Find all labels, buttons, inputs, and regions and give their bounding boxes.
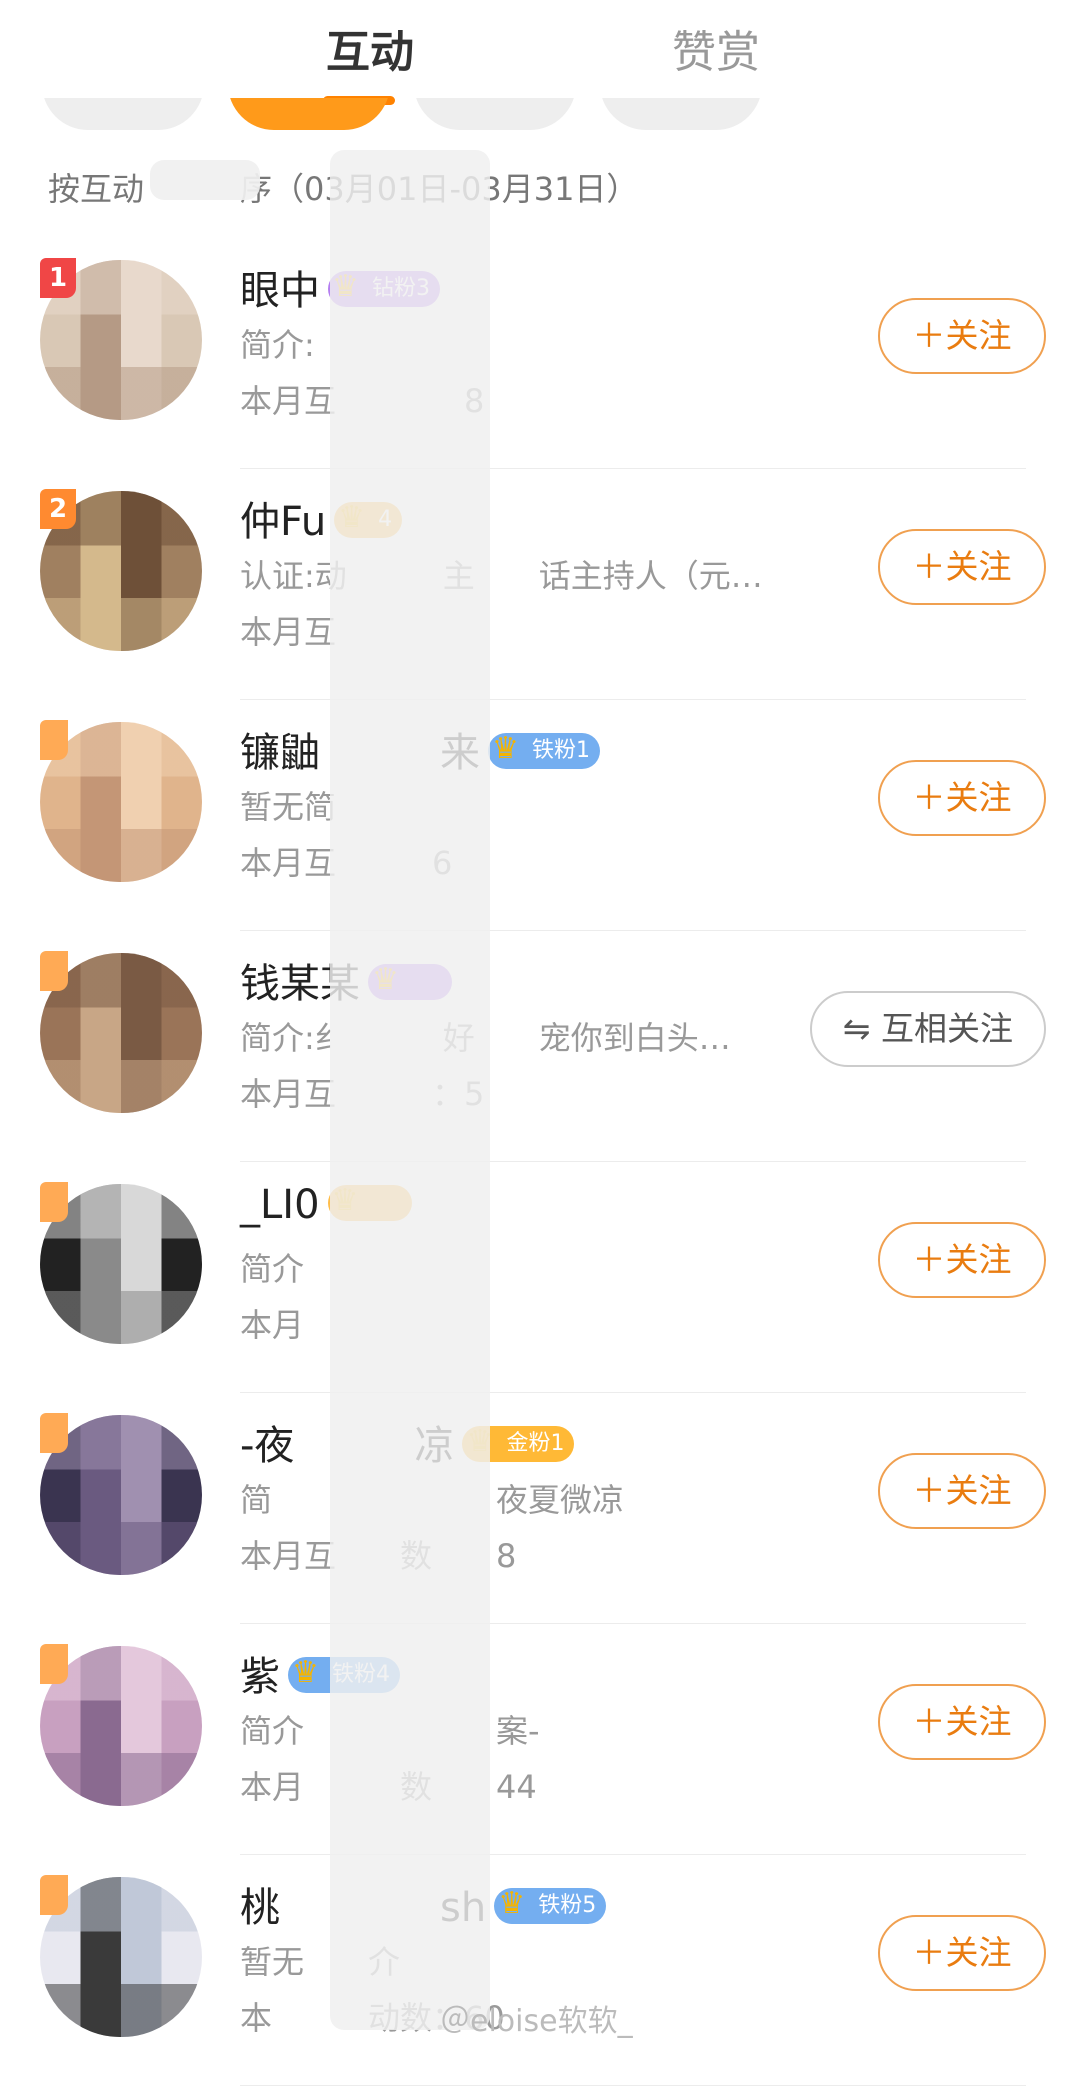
- filter-chip[interactable]: [600, 98, 762, 130]
- filter-chip[interactable]: [42, 98, 204, 130]
- filter-chip-active[interactable]: [228, 98, 390, 130]
- interaction-count: 本月互: [240, 613, 337, 651]
- tab-interaction[interactable]: 互动: [326, 16, 414, 80]
- follow-button[interactable]: ＋关注: [878, 760, 1046, 836]
- user-row[interactable]: 紫♛铁粉4简介 案-本月 数 44＋关注: [0, 1624, 1080, 1855]
- fan-badge-label: 金粉1: [506, 1431, 565, 1456]
- crown-icon: ♛: [498, 1886, 526, 1921]
- rank-badge: [40, 1644, 68, 1684]
- user-list: 1眼中♛钻粉3简介:本月互 8＋关注2仲Fu♛4认证:动 主 话主持人（元…本月…: [0, 238, 1080, 2086]
- user-row[interactable]: 镰鼬 来♛铁粉1暂无简本月互 6＋关注: [0, 700, 1080, 931]
- user-description: 认证:动 主 话主持人（元…: [240, 557, 763, 595]
- mutual-follow-button[interactable]: ⇋ 互相关注: [810, 991, 1046, 1067]
- rank-badge: [40, 951, 68, 991]
- user-name-text: 紫: [240, 1654, 280, 1700]
- rank-badge: [40, 1413, 68, 1453]
- user-name-text: _LI0: [240, 1182, 320, 1228]
- interaction-count: 本月: [240, 1306, 305, 1344]
- follow-button[interactable]: ＋关注: [878, 1222, 1046, 1298]
- user-row[interactable]: 2仲Fu♛4认证:动 主 话主持人（元…本月互＋关注: [0, 469, 1080, 700]
- follow-button[interactable]: ＋关注: [878, 1684, 1046, 1760]
- filter-chips: [0, 98, 1080, 132]
- rank-badge: 1: [40, 258, 76, 298]
- follow-button[interactable]: ＋关注: [878, 1915, 1046, 1991]
- crown-icon: ♛: [492, 731, 519, 766]
- watermark: ＠eloise软软_: [440, 2004, 633, 2039]
- tab-bar: 互动 赞赏: [0, 0, 1080, 80]
- user-row[interactable]: 钱某某♛简介:纟 好 宠你到白头…本月互 ：5⇋ 互相关注: [0, 931, 1080, 1162]
- user-name-text: 眼中: [240, 268, 320, 314]
- filter-chip[interactable]: [414, 98, 576, 130]
- user-description: 简介: [240, 1250, 305, 1288]
- fan-badge: ♛ 铁粉5: [494, 1886, 607, 1924]
- privacy-mask: [150, 160, 260, 200]
- follow-button[interactable]: ＋关注: [878, 298, 1046, 374]
- fan-badge-label: 铁粉5: [538, 1893, 597, 1918]
- crown-icon: ♛: [292, 1655, 319, 1690]
- user-row[interactable]: -夜 凉♛金粉1简 夜夏微凉本月互 数 8＋关注: [0, 1393, 1080, 1624]
- follow-button[interactable]: ＋关注: [878, 529, 1046, 605]
- fan-badge-label: 铁粉1: [532, 738, 590, 763]
- user-description: 简介:: [240, 326, 315, 364]
- tab-reward[interactable]: 赞赏: [672, 16, 760, 80]
- user-description: 暂无简: [240, 788, 337, 826]
- user-row[interactable]: 1眼中♛钻粉3简介:本月互 8＋关注: [0, 238, 1080, 469]
- rank-badge: [40, 720, 68, 760]
- user-name-text: 仲Fu: [240, 499, 327, 545]
- rank-badge: 2: [40, 489, 76, 529]
- rank-badge: [40, 1182, 68, 1222]
- fan-badge: ♛ 铁粉1: [488, 731, 600, 769]
- user-row[interactable]: _LI0♛简介本月＋关注: [0, 1162, 1080, 1393]
- user-row[interactable]: 桃 sh♛铁粉5暂无 介本 动数：60＋关注: [0, 1855, 1080, 2086]
- privacy-mask: [330, 150, 490, 2030]
- rank-badge: [40, 1875, 68, 1915]
- follow-button[interactable]: ＋关注: [878, 1453, 1046, 1529]
